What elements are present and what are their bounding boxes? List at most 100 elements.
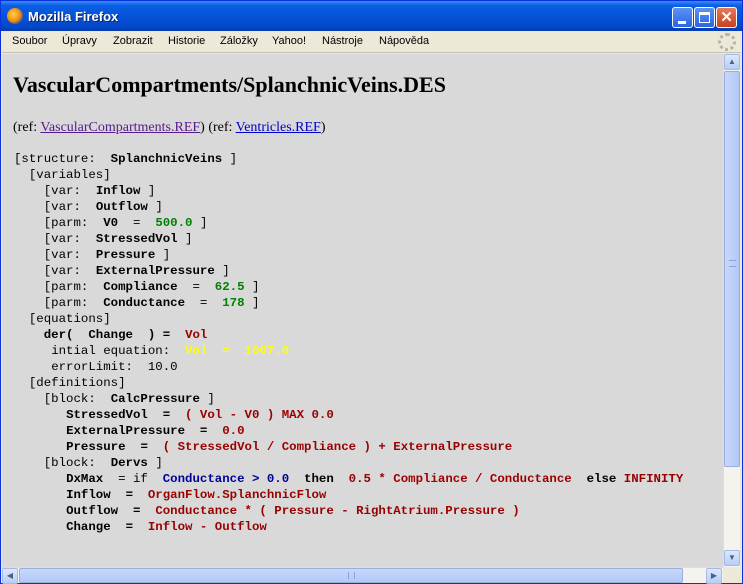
close-button[interactable]: ✕ bbox=[716, 7, 737, 28]
code-line-def-extpressure: ExternalPressure = 0.0 bbox=[14, 424, 245, 438]
structure-tag: [structure: bbox=[14, 152, 96, 166]
code-listing: [structure: SplanchnicVeins ] [variables… bbox=[14, 151, 683, 535]
code-line-def-outflow: Outflow = Conductance * ( Pressure - Rig… bbox=[14, 504, 520, 518]
var-name: Inflow bbox=[95, 184, 141, 198]
browser-window: Mozilla Firefox ✕ Soubor Úpravy Zobrazit… bbox=[0, 0, 743, 584]
code-line-parm-v0: [parm: V0 = 500.0 ] bbox=[14, 216, 208, 230]
menu-soubor[interactable]: Soubor bbox=[12, 35, 47, 47]
equals-sign: = bbox=[199, 424, 208, 438]
code-line-var-inflow: [var: Inflow ] bbox=[14, 184, 156, 198]
page-title: VascularCompartments/SplanchnicVeins.DES bbox=[13, 72, 446, 97]
code-line-initial: intial equation: Vol = 1007.0 bbox=[14, 344, 289, 358]
parm-name: Conductance bbox=[103, 296, 186, 310]
scroll-down-button[interactable]: ▼ bbox=[724, 550, 740, 566]
menu-historie[interactable]: Historie bbox=[168, 35, 205, 47]
var-name: Outflow bbox=[95, 200, 148, 214]
parm-name: Compliance bbox=[103, 280, 178, 294]
ref-link-ventricles[interactable]: Ventricles.REF bbox=[236, 120, 321, 135]
scroll-up-button[interactable]: ▲ bbox=[724, 54, 740, 70]
code-line-definitions: [definitions] bbox=[14, 376, 126, 390]
minimize-icon bbox=[678, 21, 686, 24]
initial-label: intial equation: bbox=[51, 344, 171, 358]
code-line-def-stressedvol: StressedVol = ( Vol - V0 ) MAX 0.0 bbox=[14, 408, 334, 422]
code-line-parm-compliance: [parm: Compliance = 62.5 ] bbox=[14, 280, 260, 294]
grip-icon bbox=[729, 260, 736, 267]
bracket-close: ] bbox=[162, 248, 171, 262]
bracket-close: ] bbox=[251, 296, 260, 310]
var-tag: [var: bbox=[43, 264, 81, 278]
def-expression: ( Vol - V0 ) MAX 0.0 bbox=[185, 408, 334, 422]
def-name: ExternalPressure bbox=[66, 424, 186, 438]
code-line-var-outflow: [var: Outflow ] bbox=[14, 200, 163, 214]
def-name: StressedVol bbox=[66, 408, 148, 422]
window-title: Mozilla Firefox bbox=[28, 9, 119, 24]
ref-prefix: (ref: bbox=[13, 120, 41, 135]
parm-name: V0 bbox=[103, 216, 119, 230]
def-expression: OrganFlow.SplanchnicFlow bbox=[147, 488, 327, 502]
block-name: Dervs bbox=[110, 456, 148, 470]
title-bar[interactable]: Mozilla Firefox ✕ bbox=[1, 1, 742, 31]
code-line-def-pressure: Pressure = ( StressedVol / Compliance ) … bbox=[14, 440, 512, 454]
structure-name: SplanchnicVeins bbox=[110, 152, 223, 166]
scroll-left-button[interactable]: ◀ bbox=[2, 568, 18, 584]
page-content: VascularCompartments/SplanchnicVeins.DES… bbox=[2, 54, 723, 567]
menu-zalozky[interactable]: Záložky bbox=[220, 35, 258, 47]
menu-zobrazit[interactable]: Zobrazit bbox=[113, 35, 153, 47]
code-line-parm-conductance: [parm: Conductance = 178 ] bbox=[14, 296, 260, 310]
menu-napoveda[interactable]: Nápověda bbox=[379, 35, 429, 47]
def-name: Change bbox=[66, 520, 111, 534]
bracket-close: ] bbox=[185, 232, 193, 246]
firefox-icon bbox=[7, 8, 23, 24]
minimize-button[interactable] bbox=[672, 7, 693, 28]
def-expression: Conductance * ( Pressure - RightAtrium.P… bbox=[155, 504, 520, 518]
maximize-icon bbox=[699, 12, 710, 23]
variables-tag: [variables] bbox=[28, 168, 111, 182]
menu-nastroje[interactable]: Nástroje bbox=[322, 35, 363, 47]
parm-value: 62.5 bbox=[214, 280, 245, 294]
menu-upravy[interactable]: Úpravy bbox=[62, 35, 97, 47]
code-line-block-calc: [block: CalcPressure ] bbox=[14, 392, 215, 406]
else-keyword: else bbox=[586, 472, 617, 486]
scrollbar-corner bbox=[723, 567, 740, 583]
initial-expression: Vol = 1007.0 bbox=[185, 344, 290, 358]
code-line-dxmax: DxMax = if Conductance > 0.0 then 0.5 * … bbox=[14, 472, 683, 486]
scroll-right-button[interactable]: ▶ bbox=[706, 568, 722, 584]
parm-tag: [parm: bbox=[43, 296, 89, 310]
equals-sign: = bbox=[125, 520, 133, 534]
maximize-button[interactable] bbox=[694, 7, 715, 28]
ref-link-vascular-compartments[interactable]: VascularCompartments.REF bbox=[40, 120, 200, 135]
der-close: ) = bbox=[147, 328, 171, 342]
bracket-close: ] bbox=[155, 456, 163, 470]
der-target: Vol bbox=[185, 328, 208, 342]
grip-icon bbox=[348, 572, 355, 579]
var-tag: [var: bbox=[43, 248, 81, 262]
definitions-tag: [definitions] bbox=[28, 376, 126, 390]
def-name: DxMax bbox=[66, 472, 104, 486]
then-keyword: then bbox=[304, 472, 334, 486]
horizontal-scroll-thumb[interactable] bbox=[19, 568, 683, 583]
code-line-block-derivs: [block: Dervs ] bbox=[14, 456, 163, 470]
equals-sign: = bbox=[199, 296, 208, 310]
def-name: Pressure bbox=[66, 440, 126, 454]
if-condition: Conductance > 0.0 bbox=[162, 472, 290, 486]
bracket-close: ] bbox=[251, 280, 260, 294]
bracket-close: ] bbox=[222, 264, 230, 278]
def-expression: Inflow - Outflow bbox=[147, 520, 267, 534]
code-line-variables: [variables] bbox=[14, 168, 111, 182]
vertical-scroll-thumb[interactable] bbox=[724, 71, 740, 467]
reference-line: (ref: VascularCompartments.REF) (ref: Ve… bbox=[13, 120, 325, 136]
code-line-equations: [equations] bbox=[14, 312, 111, 326]
der-keyword: der( bbox=[43, 328, 74, 342]
error-limit: errorLimit: 10.0 bbox=[51, 360, 178, 374]
var-tag: [var: bbox=[43, 200, 81, 214]
block-tag: [block: bbox=[43, 456, 96, 470]
var-name: Pressure bbox=[95, 248, 156, 262]
vertical-scrollbar[interactable]: ▲ ▼ bbox=[723, 54, 740, 567]
ref-separator: ) (ref: bbox=[200, 120, 236, 135]
def-expression: 0.0 bbox=[222, 424, 245, 438]
equals-sign: = bbox=[125, 488, 133, 502]
else-expression: INFINITY bbox=[623, 472, 684, 486]
menu-yahoo[interactable]: Yahoo! bbox=[272, 35, 306, 47]
horizontal-scrollbar[interactable]: ◀ ▶ bbox=[2, 567, 723, 584]
code-line-def-inflow: Inflow = OrganFlow.SplanchnicFlow bbox=[14, 488, 326, 502]
